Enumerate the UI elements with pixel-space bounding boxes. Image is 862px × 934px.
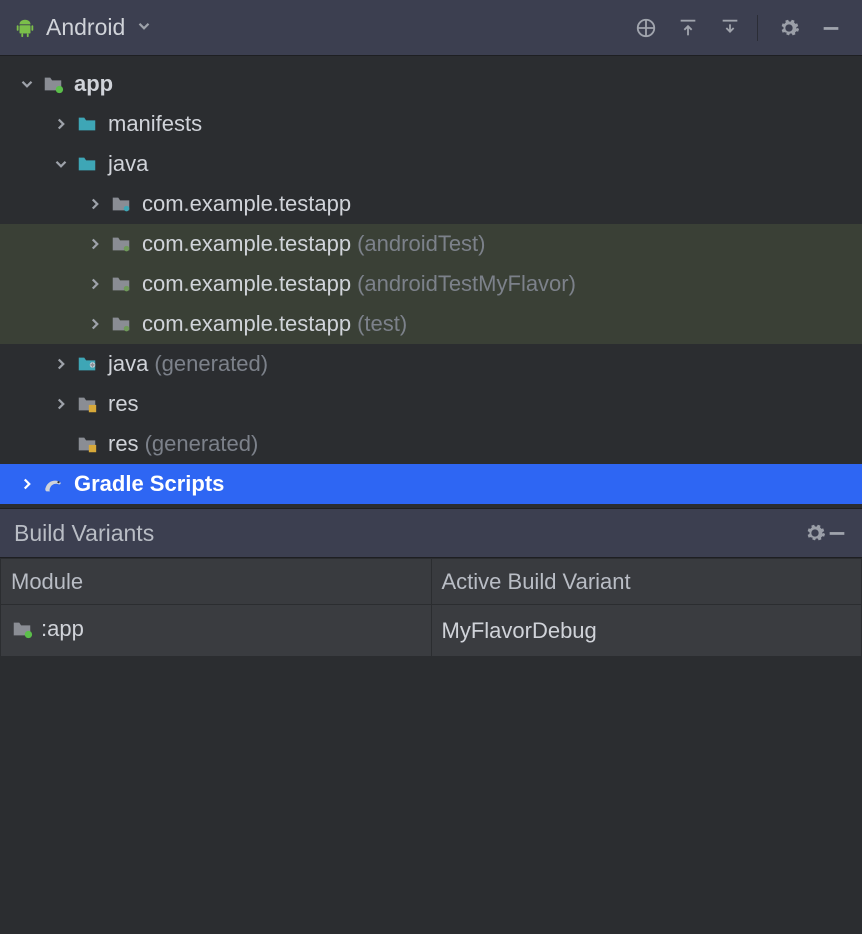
package-icon: [106, 233, 136, 255]
chevron-right-icon: [50, 395, 72, 413]
android-logo-icon: [14, 17, 36, 39]
tree-item-pkg-androidtest-flavor[interactable]: com.example.testapp (androidTestMyFlavor…: [0, 264, 862, 304]
gear-icon[interactable]: [772, 11, 806, 45]
chevron-right-icon: [50, 115, 72, 133]
resource-folder-icon: [72, 393, 102, 415]
project-view-selector[interactable]: Android: [14, 14, 153, 41]
variant-cell[interactable]: MyFlavorDebug: [431, 605, 862, 657]
module-folder-icon: [38, 73, 68, 95]
build-variants-title: Build Variants: [14, 520, 804, 547]
tree-suffix: (generated): [145, 431, 259, 457]
build-variants-header: Build Variants: [0, 508, 862, 558]
chevron-right-icon: [16, 475, 38, 493]
tree-label: java: [108, 351, 148, 377]
chevron-down-icon: [50, 155, 72, 173]
tree-label: com.example.testapp: [142, 311, 351, 337]
tree-label: com.example.testapp: [142, 231, 351, 257]
tree-item-pkg-main[interactable]: com.example.testapp: [0, 184, 862, 224]
chevron-right-icon: [84, 275, 106, 293]
package-icon: [106, 313, 136, 335]
chevron-right-icon: [50, 355, 72, 373]
tree-label: Gradle Scripts: [74, 471, 224, 497]
tree-suffix: (androidTestMyFlavor): [357, 271, 576, 297]
tree-suffix: (test): [357, 311, 407, 337]
folder-icon: [72, 153, 102, 175]
tree-item-res-generated[interactable]: res (generated): [0, 424, 862, 464]
project-view-toolbar: Android: [0, 0, 862, 56]
folder-icon: [72, 113, 102, 135]
project-tree: app manifests java: [0, 56, 862, 504]
toolbar-divider: [757, 15, 758, 41]
package-icon: [106, 193, 136, 215]
tree-item-res[interactable]: res: [0, 384, 862, 424]
tree-item-manifests[interactable]: manifests: [0, 104, 862, 144]
chevron-right-icon: [84, 195, 106, 213]
module-folder-icon: [11, 618, 33, 640]
expand-all-icon[interactable]: [671, 11, 705, 45]
tree-item-pkg-test[interactable]: com.example.testapp (test): [0, 304, 862, 344]
tree-label: java: [108, 151, 148, 177]
table-row[interactable]: :app MyFlavorDebug: [1, 605, 862, 657]
tree-item-java[interactable]: java: [0, 144, 862, 184]
chevron-down-icon: [135, 15, 153, 41]
package-icon: [106, 273, 136, 295]
generated-folder-icon: [72, 353, 102, 375]
tree-label: com.example.testapp: [142, 271, 351, 297]
gradle-icon: [38, 473, 68, 495]
tree-label: res: [108, 391, 139, 417]
build-variants-empty-area: [0, 657, 862, 934]
tree-label: app: [74, 71, 113, 97]
resource-folder-icon: [72, 433, 102, 455]
table-header-row: Module Active Build Variant: [1, 559, 862, 605]
tree-label: res: [108, 431, 139, 457]
tree-item-app[interactable]: app: [0, 64, 862, 104]
col-module: Module: [1, 559, 432, 605]
build-variants-table: Module Active Build Variant :app MyFlavo…: [0, 558, 862, 657]
tree-label: com.example.testapp: [142, 191, 351, 217]
module-name: :app: [41, 616, 84, 642]
gear-icon[interactable]: [804, 522, 826, 544]
tree-item-pkg-androidtest[interactable]: com.example.testapp (androidTest): [0, 224, 862, 264]
select-opened-file-icon[interactable]: [629, 11, 663, 45]
project-view-label: Android: [46, 14, 125, 41]
hide-panel-icon[interactable]: [814, 11, 848, 45]
hide-panel-icon[interactable]: [826, 522, 848, 544]
tree-suffix: (generated): [154, 351, 268, 377]
collapse-all-icon[interactable]: [713, 11, 747, 45]
tree-label: manifests: [108, 111, 202, 137]
chevron-right-icon: [84, 315, 106, 333]
col-variant: Active Build Variant: [431, 559, 862, 605]
chevron-right-icon: [84, 235, 106, 253]
tree-suffix: (androidTest): [357, 231, 485, 257]
chevron-down-icon: [16, 75, 38, 93]
tree-item-java-generated[interactable]: java (generated): [0, 344, 862, 384]
module-cell[interactable]: :app: [1, 605, 432, 657]
tree-item-gradle-scripts[interactable]: Gradle Scripts: [0, 464, 862, 504]
